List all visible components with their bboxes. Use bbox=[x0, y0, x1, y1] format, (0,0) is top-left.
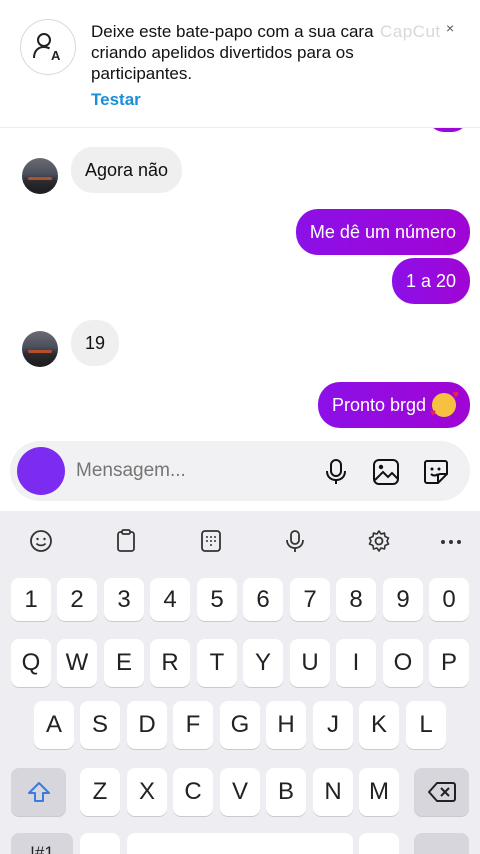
avatar[interactable] bbox=[22, 331, 58, 367]
clipboard-icon[interactable] bbox=[112, 527, 140, 555]
key-w[interactable]: W bbox=[57, 639, 97, 687]
close-icon[interactable]: × bbox=[446, 20, 454, 36]
message-text: Me dê um número bbox=[309, 221, 456, 242]
key-x[interactable]: X bbox=[127, 768, 167, 816]
sticker-icon[interactable] bbox=[421, 457, 451, 487]
comma-key[interactable] bbox=[80, 833, 120, 854]
outgoing-message[interactable]: 1 a 20 bbox=[391, 258, 470, 304]
key-o[interactable]: O bbox=[383, 639, 423, 687]
key-4[interactable]: 4 bbox=[150, 578, 190, 621]
key-v[interactable]: V bbox=[220, 768, 260, 816]
try-link[interactable]: Testar bbox=[91, 90, 141, 110]
message-text: Agora não bbox=[85, 159, 169, 180]
key-e[interactable]: E bbox=[104, 639, 144, 687]
key-t[interactable]: T bbox=[197, 639, 237, 687]
key-g[interactable]: G bbox=[220, 701, 260, 749]
key-0[interactable]: 0 bbox=[429, 578, 469, 621]
key-y[interactable]: Y bbox=[243, 639, 283, 687]
avatar[interactable] bbox=[22, 158, 58, 194]
message-text: 19 bbox=[85, 332, 106, 353]
nickname-icon: A bbox=[20, 19, 76, 75]
key-a[interactable]: A bbox=[34, 701, 74, 749]
symbols-key[interactable]: !#1 bbox=[11, 833, 73, 854]
key-1[interactable]: 1 bbox=[11, 578, 51, 621]
key-i[interactable]: I bbox=[336, 639, 376, 687]
incoming-message[interactable]: Agora não bbox=[71, 147, 183, 193]
banner-message: Deixe este bate-papo com a sua cara cria… bbox=[91, 22, 374, 83]
key-n[interactable]: N bbox=[313, 768, 353, 816]
previous-message-tail bbox=[428, 128, 468, 132]
key-l[interactable]: L bbox=[406, 701, 446, 749]
message-text: Pronto brgd bbox=[331, 394, 426, 415]
shift-key[interactable] bbox=[11, 768, 66, 816]
key-h[interactable]: H bbox=[266, 701, 306, 749]
key-s[interactable]: S bbox=[80, 701, 120, 749]
incoming-message[interactable]: 19 bbox=[71, 320, 120, 366]
message-thread: Agora não Me dê um número 1 a 20 19 Pron… bbox=[0, 128, 480, 438]
message-input[interactable] bbox=[76, 458, 306, 484]
camera-icon[interactable] bbox=[17, 447, 65, 495]
key-p[interactable]: P bbox=[429, 639, 469, 687]
microphone-icon[interactable] bbox=[321, 457, 351, 487]
message-composer bbox=[10, 441, 470, 501]
gallery-icon[interactable] bbox=[371, 457, 401, 487]
key-j[interactable]: J bbox=[313, 701, 353, 749]
key-k[interactable]: K bbox=[359, 701, 399, 749]
capcut-watermark: CapCut bbox=[380, 22, 441, 41]
key-q[interactable]: Q bbox=[11, 639, 51, 687]
key-f[interactable]: F bbox=[173, 701, 213, 749]
key-2[interactable]: 2 bbox=[57, 578, 97, 621]
outgoing-message[interactable]: Pronto brgd bbox=[317, 382, 470, 428]
period-key[interactable] bbox=[359, 833, 399, 854]
key-7[interactable]: 7 bbox=[290, 578, 330, 621]
space-key[interactable] bbox=[127, 833, 353, 854]
key-9[interactable]: 9 bbox=[383, 578, 423, 621]
key-u[interactable]: U bbox=[290, 639, 330, 687]
keyboard: 1 2 3 4 5 6 7 8 9 0 Q W E R T Y U I O P … bbox=[0, 511, 480, 854]
svg-text:A: A bbox=[51, 48, 61, 63]
key-d[interactable]: D bbox=[127, 701, 167, 749]
microphone-icon[interactable] bbox=[281, 527, 309, 555]
key-8[interactable]: 8 bbox=[336, 578, 376, 621]
key-b[interactable]: B bbox=[266, 768, 306, 816]
backspace-key[interactable] bbox=[414, 768, 469, 816]
smiling-face-with-hearts-icon bbox=[430, 389, 459, 419]
enter-key[interactable] bbox=[414, 833, 469, 854]
key-5[interactable]: 5 bbox=[197, 578, 237, 621]
emoji-icon[interactable] bbox=[27, 527, 55, 555]
settings-icon[interactable] bbox=[365, 527, 393, 555]
key-6[interactable]: 6 bbox=[243, 578, 283, 621]
keypad-icon[interactable] bbox=[197, 527, 225, 555]
more-icon[interactable] bbox=[437, 527, 465, 555]
key-r[interactable]: R bbox=[150, 639, 190, 687]
nickname-banner: A Deixe este bate-papo com a sua cara cr… bbox=[0, 0, 480, 128]
outgoing-message[interactable]: Me dê um número bbox=[295, 209, 470, 255]
key-c[interactable]: C bbox=[173, 768, 213, 816]
key-3[interactable]: 3 bbox=[104, 578, 144, 621]
message-text: 1 a 20 bbox=[405, 270, 456, 291]
key-z[interactable]: Z bbox=[80, 768, 120, 816]
key-m[interactable]: M bbox=[359, 768, 399, 816]
